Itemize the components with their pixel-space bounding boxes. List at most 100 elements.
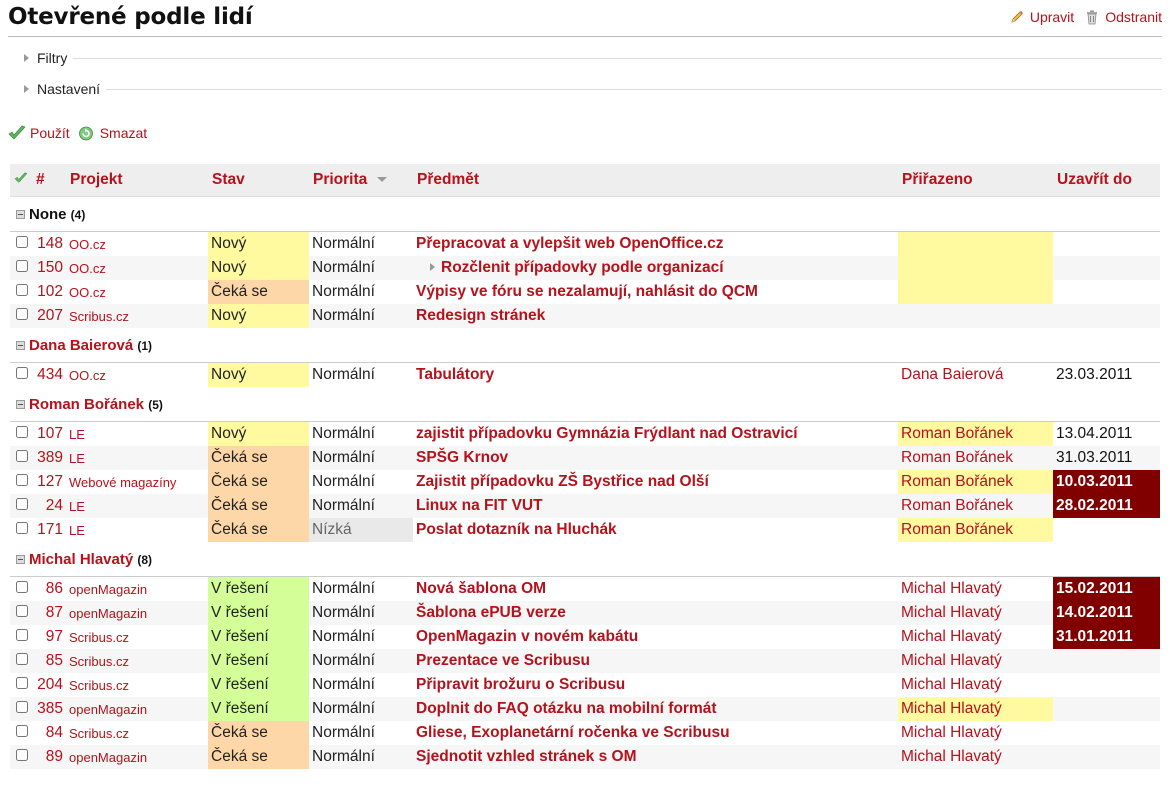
checkbox-cell[interactable] [10,304,32,328]
table-row[interactable]: 171 LE Čeká se Nízká Poslat dotazník na Hluc… [10,518,1160,542]
table-row[interactable]: 150 OO.cz Nový Normální Rozčlenit případovky… [10,256,1160,280]
project-link[interactable]: openMagazin [66,745,208,769]
issue-id-link[interactable]: 86 [32,576,66,601]
row-checkbox[interactable] [16,426,28,438]
delete-button[interactable]: Odstranit [1084,9,1162,25]
subject-link[interactable]: Sjednotit vzhled stránek s OM [416,748,637,765]
project-link[interactable]: Scribus.cz [66,673,208,697]
issue-id-link[interactable]: 207 [32,304,66,328]
table-row[interactable]: 24 LE Čeká se Normální Linux na FIT VUT Roman… [10,494,1160,518]
collapse-icon[interactable] [16,554,25,564]
checkbox-cell[interactable] [10,494,32,518]
issue-id-link[interactable]: 102 [32,280,66,304]
issue-id-link[interactable]: 434 [32,362,66,387]
row-checkbox[interactable] [16,581,28,593]
row-checkbox[interactable] [16,260,28,272]
checkbox-cell[interactable] [10,745,32,769]
assigned-user-link[interactable]: Michal Hlavatý [898,697,1053,721]
issue-id-link[interactable]: 85 [32,649,66,673]
subject-link[interactable]: Prezentace ve Scribusu [416,652,590,669]
table-row[interactable]: 87 openMagazin V řešení Normální Šablona ePU… [10,601,1160,625]
issue-id-link[interactable]: 148 [32,231,66,256]
toggle-all-header[interactable] [10,164,32,197]
column-header-status[interactable]: Stav [208,164,309,197]
table-row[interactable]: 84 Scribus.cz Čeká se Normální Gliese, Exopl… [10,721,1160,745]
subject-link[interactable]: Zajistit případovku ZŠ Bystřice nad Olší [416,473,709,490]
subject-link[interactable]: OpenMagazin v novém kabátu [416,628,638,645]
expand-arrow-icon[interactable] [24,85,29,93]
assigned-user-link[interactable]: Michal Hlavatý [898,601,1053,625]
assigned-user-link[interactable]: Michal Hlavatý [898,745,1053,769]
subject-link[interactable]: zajistit případovku Gymnázia Frýdlant na… [416,425,798,442]
project-link[interactable]: OO.cz [66,362,208,387]
collapse-icon[interactable] [16,340,25,350]
issue-id-link[interactable]: 107 [32,421,66,446]
project-link[interactable]: OO.cz [66,280,208,304]
assigned-user-link[interactable]: Michal Hlavatý [898,576,1053,601]
row-checkbox[interactable] [16,749,28,761]
assigned-user-link[interactable]: Dana Baierová [898,362,1053,387]
subject-link[interactable]: Výpisy ve fóru se nezalamují, nahlásit d… [416,283,758,300]
subject-link[interactable]: SPŠG Krnov [416,449,508,466]
row-checkbox[interactable] [16,284,28,296]
assigned-user-link[interactable]: Michal Hlavatý [898,673,1053,697]
row-checkbox[interactable] [16,725,28,737]
table-row[interactable]: 204 Scribus.cz V řešení Normální Připravit b… [10,673,1160,697]
row-checkbox[interactable] [16,474,28,486]
assigned-user-link[interactable]: Roman Bořánek [898,494,1053,518]
assigned-user-link[interactable]: Michal Hlavatý [898,649,1053,673]
edit-label[interactable]: Upravit [1030,9,1074,25]
project-link[interactable]: LE [66,421,208,446]
row-checkbox[interactable] [16,701,28,713]
row-checkbox[interactable] [16,498,28,510]
issue-id-link[interactable]: 84 [32,721,66,745]
issue-id-link[interactable]: 150 [32,256,66,280]
project-link[interactable]: Webové magazíny [66,470,208,494]
issue-id-link[interactable]: 204 [32,673,66,697]
table-row[interactable]: 86 openMagazin V řešení Normální Nová šablon… [10,576,1160,601]
project-link[interactable]: OO.cz [66,256,208,280]
assigned-user-link[interactable]: Roman Bořánek [898,518,1053,542]
checkbox-cell[interactable] [10,721,32,745]
row-checkbox[interactable] [16,677,28,689]
row-checkbox[interactable] [16,367,28,379]
expand-arrow-icon[interactable] [24,54,29,62]
column-header-subject[interactable]: Předmět [413,164,898,197]
checkbox-cell[interactable] [10,421,32,446]
checkbox-cell[interactable] [10,518,32,542]
subject-link[interactable]: Šablona ePUB verze [416,604,566,621]
column-header-id[interactable]: # [32,164,66,197]
table-row[interactable]: 148 OO.cz Nový Normální Přepracovat a vylepš… [10,231,1160,256]
assigned-user-link[interactable]: Michal Hlavatý [898,625,1053,649]
checkbox-cell[interactable] [10,446,32,470]
assigned-user-link[interactable]: Michal Hlavatý [898,721,1053,745]
subject-link[interactable]: Rozčlenit případovky podle organizací [441,259,724,276]
row-checkbox[interactable] [16,522,28,534]
project-link[interactable]: openMagazin [66,697,208,721]
subject-link[interactable]: Linux na FIT VUT [416,497,543,514]
table-row[interactable]: 102 OO.cz Čeká se Normální Výpisy ve fóru se… [10,280,1160,304]
checkbox-cell[interactable] [10,601,32,625]
subject-link[interactable]: Přepracovat a vylepšit web OpenOffice.cz [416,235,724,252]
table-row[interactable]: 107 LE Nový Normální zajistit případovku Gym… [10,421,1160,446]
table-row[interactable]: 127 Webové magazíny Čeká se Normální Zajisti… [10,470,1160,494]
issue-id-link[interactable]: 171 [32,518,66,542]
table-row[interactable]: 434 OO.cz Nový Normální Tabulátory Dana Baier… [10,362,1160,387]
table-row[interactable]: 85 Scribus.cz V řešení Normální Prezentace v… [10,649,1160,673]
collapse-icon[interactable] [16,399,25,409]
issue-id-link[interactable]: 87 [32,601,66,625]
checkbox-cell[interactable] [10,673,32,697]
group-name[interactable]: Roman Bořánek [29,396,144,413]
column-header-project[interactable]: Projekt [66,164,208,197]
clear-button[interactable]: Smazat [78,125,147,141]
settings-legend[interactable]: Nastavení [37,81,100,97]
table-row[interactable]: 207 Scribus.cz Nový Normální Redesign stráne… [10,304,1160,328]
row-checkbox[interactable] [16,629,28,641]
project-link[interactable]: openMagazin [66,576,208,601]
checkbox-cell[interactable] [10,576,32,601]
column-header-assigned[interactable]: Přiřazeno [898,164,1053,197]
table-row[interactable]: 385 openMagazin V řešení Normální Doplnit do… [10,697,1160,721]
assigned-user-link[interactable]: Roman Bořánek [898,470,1053,494]
assigned-user-link[interactable]: Roman Bořánek [898,446,1053,470]
issue-id-link[interactable]: 97 [32,625,66,649]
